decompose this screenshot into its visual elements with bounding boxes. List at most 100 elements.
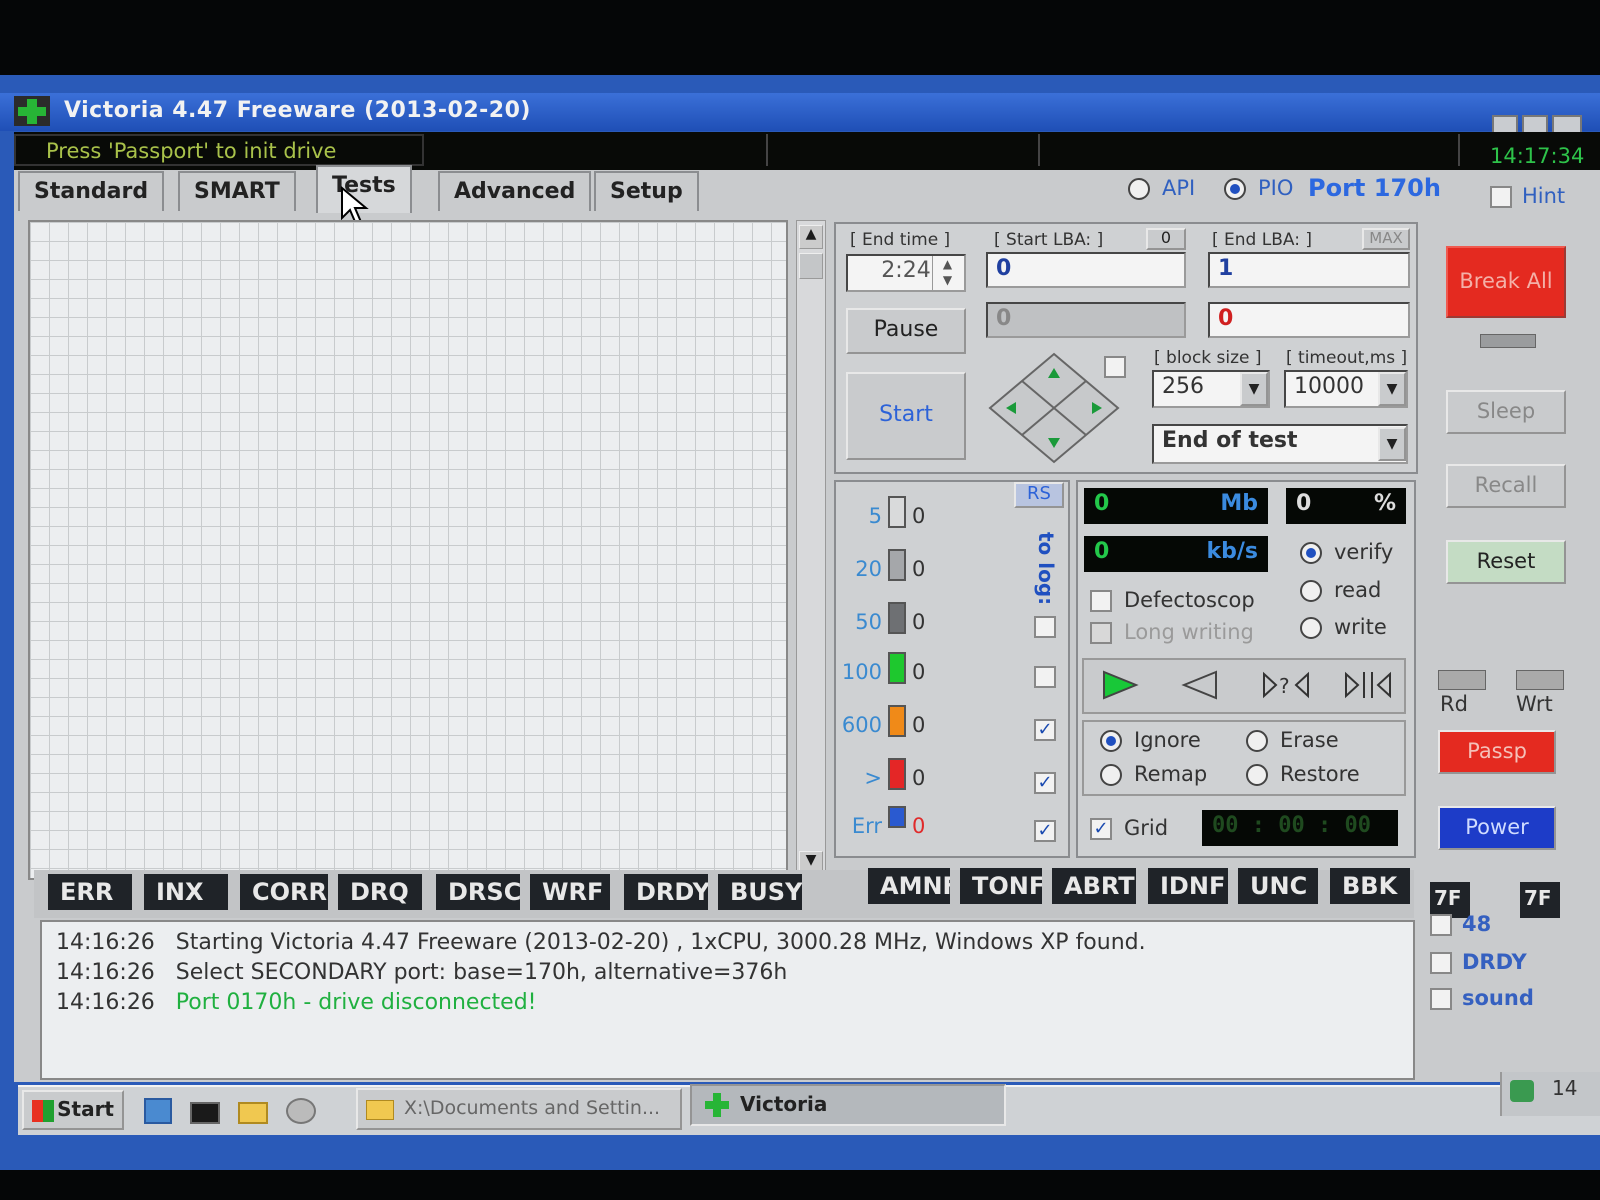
stats-log-checkbox[interactable]: ✓ [1034, 772, 1056, 794]
end-time-spinner[interactable]: ▲ ▼ [932, 256, 962, 290]
end-lba-field[interactable]: 1 [1208, 252, 1410, 288]
tab-standard[interactable]: Standard [18, 171, 165, 211]
butterfly-seek-icon[interactable] [1344, 668, 1394, 706]
pause-button[interactable]: Pause [846, 308, 966, 354]
write-led [1516, 670, 1564, 690]
taskbar-item-victoria[interactable]: Victoria [690, 1084, 1006, 1126]
recall-button[interactable]: Recall [1446, 464, 1566, 508]
scroll-thumb[interactable] [799, 253, 823, 279]
pio-radio[interactable] [1224, 178, 1246, 200]
stats-log-checkbox[interactable]: ✓ [1034, 719, 1056, 741]
cmd-icon[interactable] [190, 1102, 220, 1124]
power-button[interactable]: Power [1438, 806, 1556, 850]
opt-drdy-checkbox[interactable] [1430, 952, 1452, 974]
log-text: Select SECONDARY port: base=170h, altern… [175, 960, 788, 985]
flag-bbk: BBK [1330, 868, 1410, 904]
remap-radio[interactable] [1100, 764, 1122, 786]
sleep-button[interactable]: Sleep [1446, 390, 1566, 434]
block-size-label: [ block size ] [1154, 348, 1262, 368]
log-line: 14:16:26 Port 0170h - drive disconnected… [56, 990, 537, 1015]
start-button[interactable]: Start [846, 372, 966, 460]
taskbar-item-explorer[interactable]: X:\Documents and Settin... [356, 1088, 682, 1130]
api-radio[interactable] [1128, 178, 1150, 200]
grid-checkbox[interactable]: ✓ [1090, 818, 1112, 840]
start-lba-zero-button[interactable]: 0 [1146, 228, 1186, 250]
flag-wrf: WRF [530, 874, 610, 910]
scroll-up-icon[interactable]: ▲ [799, 225, 823, 249]
kbs-value: 0 [1094, 539, 1110, 564]
percent-unit: % [1373, 491, 1396, 516]
tab-advanced[interactable]: Advanced [438, 171, 592, 211]
stats-color-swatch [888, 758, 906, 790]
verify-label: verify [1334, 540, 1394, 564]
block-size-dropdown-icon[interactable]: ▼ [1240, 372, 1268, 406]
tab-setup[interactable]: Setup [594, 171, 699, 211]
ie-icon[interactable] [144, 1098, 172, 1124]
stats-threshold-label: > [864, 766, 882, 790]
end-action-select[interactable]: End of test [1152, 424, 1408, 464]
timeout-dropdown-icon[interactable]: ▼ [1378, 372, 1406, 406]
rs-button[interactable]: RS [1014, 482, 1064, 508]
elapsed-timer: 00 : 00 : 00 [1202, 810, 1398, 846]
defectoscop-checkbox[interactable] [1090, 590, 1112, 612]
kbs-unit: kb/s [1206, 539, 1258, 564]
status-separator [1458, 134, 1460, 166]
scan-grid[interactable] [28, 220, 788, 880]
window-title: Victoria 4.47 Freeware (2013-02-20) [64, 98, 531, 123]
restore-radio[interactable] [1246, 764, 1268, 786]
random-seek-icon[interactable]: ? [1262, 668, 1312, 706]
end-action-dropdown-icon[interactable]: ▼ [1378, 427, 1406, 461]
pad-checkbox[interactable] [1104, 356, 1126, 378]
svg-text:?: ? [1279, 674, 1290, 698]
play-forward-icon[interactable] [1100, 668, 1140, 706]
long-writing-label: Long writing [1124, 620, 1254, 644]
opt-sound-checkbox[interactable] [1430, 988, 1452, 1010]
status-separator [766, 134, 768, 166]
stats-log-checkbox[interactable]: ✓ [1034, 820, 1056, 842]
opt-48-label: 48 [1462, 912, 1492, 936]
wrt-label: Wrt [1516, 692, 1553, 716]
stats-count: 0 [912, 814, 926, 838]
start-lba-field[interactable]: 0 [986, 252, 1186, 288]
read-radio[interactable] [1300, 580, 1322, 602]
break-all-button[interactable]: Break All [1446, 246, 1566, 318]
start-menu-button[interactable]: Start [22, 1090, 124, 1130]
grid-scrollbar[interactable]: ▲ ▼ [796, 220, 826, 880]
opt-48-checkbox[interactable] [1430, 914, 1452, 936]
stats-log-checkbox[interactable] [1034, 616, 1056, 638]
status-message: Press 'Passport' to init drive [14, 134, 424, 166]
opt-sound-label: sound [1462, 986, 1534, 1010]
tab-smart[interactable]: SMART [178, 171, 296, 211]
stats-count: 0 [912, 610, 926, 634]
long-writing-checkbox[interactable] [1090, 622, 1112, 644]
disc-icon[interactable] [286, 1098, 316, 1124]
hint-checkbox[interactable] [1490, 186, 1512, 208]
folder-icon[interactable] [238, 1102, 268, 1124]
rd-label: Rd [1440, 692, 1468, 716]
ignore-radio[interactable] [1100, 730, 1122, 752]
play-backward-icon[interactable] [1180, 668, 1220, 706]
tray-network-icon[interactable] [1510, 1080, 1534, 1102]
direction-pad-icon[interactable] [986, 350, 1122, 470]
erase-radio[interactable] [1246, 730, 1268, 752]
taskbar-item-explorer-label: X:\Documents and Settin... [404, 1097, 661, 1119]
stats-count: 0 [912, 713, 926, 737]
read-led [1438, 670, 1486, 690]
to-log-label: to log: [1034, 532, 1058, 606]
app-cross-icon [14, 96, 50, 126]
verify-radio[interactable] [1300, 542, 1322, 564]
taskbar-item-victoria-label: Victoria [740, 1092, 828, 1116]
stats-color-swatch [888, 549, 906, 581]
stats-threshold-label: 50 [855, 610, 882, 634]
reset-button[interactable]: Reset [1446, 540, 1566, 584]
passport-button[interactable]: Passp [1438, 730, 1556, 774]
flag-idnf: IDNF [1148, 868, 1228, 904]
current-lba-field: 0 [986, 302, 1186, 338]
start-menu-label: Start [57, 1097, 114, 1121]
mb-unit: Mb [1220, 491, 1258, 516]
flag-tonf: TONF [960, 868, 1042, 904]
stats-color-swatch [888, 806, 906, 828]
write-radio[interactable] [1300, 617, 1322, 639]
stats-log-checkbox[interactable] [1034, 666, 1056, 688]
end-lba-max-button[interactable]: MAX [1362, 228, 1410, 250]
